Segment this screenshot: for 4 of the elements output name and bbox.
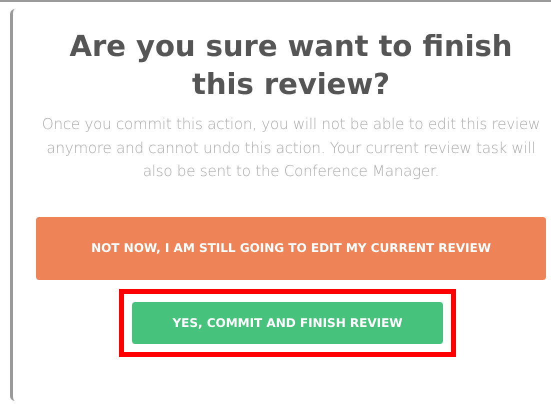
confirm-button[interactable]: YES, COMMIT AND FINISH REVIEW	[132, 302, 443, 344]
dialog-message: Once you commit this action, you will not be able to edit this review anymore and cannot undo this action. Your current review task will also be sent to the Conference Manager.	[40, 114, 542, 182]
dialog-title: Are you sure want to finish this review?	[68, 28, 514, 103]
cancel-button[interactable]: NOT NOW, I AM STILL GOING TO EDIT MY CURRENT REVIEW	[36, 216, 546, 280]
